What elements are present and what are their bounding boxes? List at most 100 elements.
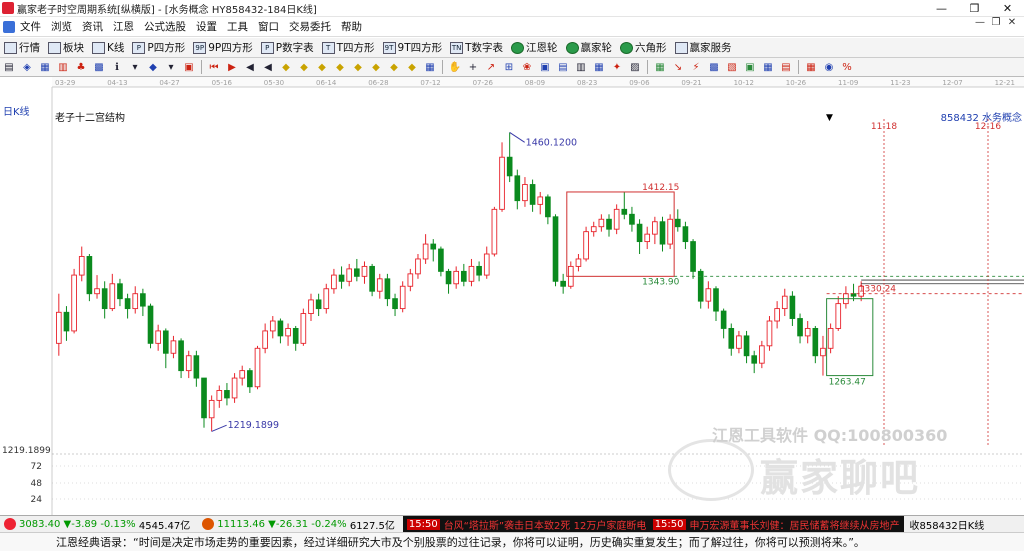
diamond-icon[interactable]: ◆ [280,61,293,74]
p-square-button[interactable]: P P四方形 [128,40,189,55]
diamond-icon[interactable]: ◆ [316,61,329,74]
menu-file[interactable]: 文件 [15,19,46,34]
doc-icon[interactable] [3,20,15,33]
tool-icon[interactable]: ▦ [593,61,606,74]
tool-icon[interactable]: ▣ [744,61,757,74]
prev-icon[interactable]: ◀ [244,61,257,74]
tool-icon[interactable]: ▦ [762,61,775,74]
tool-icon[interactable]: ◆ [147,61,160,74]
dropdown-icon[interactable]: ▾ [129,61,142,74]
hand-icon[interactable]: ✋ [449,61,462,74]
step-icon[interactable]: ◀ [262,61,275,74]
diamond-icon[interactable]: ◆ [334,61,347,74]
winner-wheel-button[interactable]: 赢家轮 [562,40,617,55]
candle-down [529,184,536,205]
diamond-icon[interactable]: ◆ [352,61,365,74]
tool-icon[interactable]: ▩ [708,61,721,74]
tool-icon[interactable]: ♣ [75,61,88,74]
first-icon[interactable]: ⏮ [208,61,221,74]
tool-icon[interactable]: ▤ [780,61,793,74]
menu-tools[interactable]: 工具 [222,19,253,34]
tool-icon[interactable]: ▥ [575,61,588,74]
menu-browse[interactable]: 浏览 [46,19,77,34]
9t-square-button[interactable]: 9T 9T四方形 [379,40,447,55]
layout-icon[interactable]: ▤ [3,61,16,74]
close-button[interactable]: ✕ [991,0,1024,17]
sz-index[interactable]: 11113.46 ▼-26.31 -0.24% 6127.5亿 [198,517,395,532]
tool-icon[interactable]: ✦ [611,61,624,74]
sz-value: 11113.46 [217,518,265,530]
tool-icon[interactable]: ▩ [93,61,106,74]
tool-icon[interactable]: ⚡ [690,61,703,74]
quote-button[interactable]: 行情 [0,40,44,55]
tool-icon[interactable]: ▨ [629,61,642,74]
candle-up [94,288,100,295]
t-table-button[interactable]: TN T数字表 [446,40,507,55]
menu-gann[interactable]: 江恩 [108,19,139,34]
box-low-label: 1343.90 [642,277,679,287]
sh-index[interactable]: 3083.40 ▼-3.89 -0.13% 4545.47亿 [0,517,190,532]
service-icon [674,41,688,54]
minimize-button[interactable]: — [925,0,958,17]
menu-info[interactable]: 资讯 [77,19,108,34]
menu-help[interactable]: 帮助 [336,19,367,34]
diamond-icon[interactable]: ◆ [370,61,383,74]
tool-icon[interactable]: ▣ [183,61,196,74]
candle-up [491,208,498,255]
mdi-restore-button[interactable]: ❐ [988,17,1004,28]
news-ticker[interactable]: 15:50 台风“塔拉斯”袭击日本致2死 12万户家庭断电 15:50 申万宏源… [402,516,904,532]
tool-icon[interactable]: ⊞ [503,61,516,74]
maximize-button[interactable]: ❐ [958,0,991,17]
menu-formula[interactable]: 公式选股 [139,19,191,34]
cross-icon[interactable]: + [467,61,480,74]
9p-square-button[interactable]: 9P 9P四方形 [189,40,257,55]
sector-button[interactable]: 板块 [44,40,88,55]
service-button[interactable]: 赢家服务 [671,40,736,55]
tool-icon[interactable]: ◈ [21,61,34,74]
candle-up [759,345,765,364]
watermark-logo [668,439,754,501]
menu-trade[interactable]: 交易委托 [284,19,336,34]
tool-icon[interactable]: ❀ [521,61,534,74]
mdi-close-button[interactable]: ✕ [1004,17,1020,28]
diamond-icon[interactable]: ◆ [298,61,311,74]
menu-settings[interactable]: 设置 [191,19,222,34]
menu-window[interactable]: 窗口 [253,19,284,34]
percent-icon[interactable]: % [841,61,854,74]
window-title: 赢家老子时空周期系统[纵横版] - [水务概念 HY858432-184日K线] [17,4,317,16]
date-tick: 07-12 [420,79,440,87]
chart-area[interactable]: 03-29 04-13 04-27 05-16 05-30 06-14 06-28 07-12… [0,77,1024,515]
candle-down [797,318,803,337]
hexagon-button[interactable]: 六角形 [616,40,671,55]
tool-icon[interactable]: ▥ [57,61,70,74]
candle-up [331,274,337,290]
tool-icon[interactable]: ▧ [726,61,739,74]
candle-up [155,330,161,344]
mdi-minimize-button[interactable]: — [972,17,988,28]
next-icon[interactable]: ▶ [226,61,239,74]
tool-icon[interactable]: ▦ [39,61,52,74]
diamond-icon[interactable]: ◆ [406,61,419,74]
tool-icon[interactable]: ↘ [672,61,685,74]
high-label: 1460.1200 [526,137,577,148]
gann-wheel-button[interactable]: 江恩轮 [507,40,562,55]
date-tick: 12-07 [942,79,962,87]
tool-icon[interactable]: ℹ [111,61,124,74]
p-table-button[interactable]: P P数字表 [257,40,318,55]
candle-down [438,248,444,272]
tool-icon[interactable]: ▣ [539,61,552,74]
table-icon: TN [450,41,464,54]
candle-down [713,288,719,312]
chart-menu-icon[interactable]: ▼ [826,113,833,123]
grid-icon[interactable]: ▦ [424,61,437,74]
arrow-icon[interactable]: ↗ [485,61,498,74]
dropdown-icon[interactable]: ▾ [165,61,178,74]
tool-icon[interactable]: ▦ [654,61,667,74]
grid-icon[interactable]: ▦ [805,61,818,74]
tool-icon[interactable]: ▤ [557,61,570,74]
t-square-button[interactable]: T T四方形 [318,40,379,55]
diamond-icon[interactable]: ◆ [388,61,401,74]
date-tick: 05-16 [212,79,233,87]
globe-icon[interactable]: ◉ [823,61,836,74]
kline-button[interactable]: K线 [88,40,128,55]
